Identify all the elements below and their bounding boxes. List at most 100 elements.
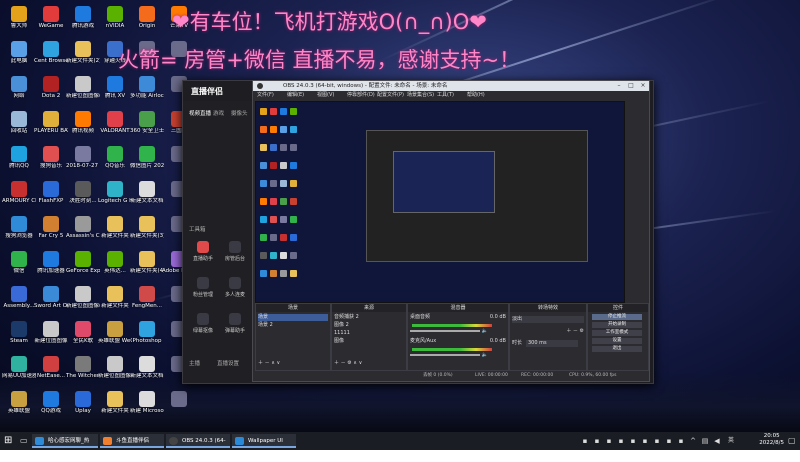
desktop-icon[interactable]: nVIDIA [98, 4, 132, 40]
notification-icon[interactable]: ▢ [788, 436, 798, 446]
desktop-icon[interactable]: 新建 Microsoft ... [130, 389, 164, 425]
desktop-icon[interactable]: 新建文本文档 [130, 354, 164, 390]
desktop-icon[interactable]: Far Cry 5 [34, 214, 68, 250]
desktop-icon[interactable]: Steam [2, 319, 36, 355]
add-icon[interactable]: ＋ [258, 360, 263, 366]
obs-preview-canvas[interactable] [255, 101, 625, 303]
desktop-icon[interactable]: The Witcher 3 Wild Hunt [66, 354, 100, 390]
source-item[interactable]: 11111 [334, 330, 404, 337]
desktop-icon[interactable]: 新建位图图像(4) [66, 284, 100, 320]
desktop-icon[interactable]: FlashFXP [34, 179, 68, 215]
tray-chevron-up-icon[interactable]: ^ [688, 436, 698, 446]
volume-icon[interactable]: ◀ [712, 436, 722, 446]
desktop-icon[interactable]: 新建位图图像 [34, 319, 68, 355]
down-icon[interactable]: ∨ [359, 360, 363, 366]
taskbar-app[interactable]: Wallpaper UI [232, 434, 296, 448]
desktop-icon[interactable]: 搜狗浏览器 [2, 214, 36, 250]
volume-slider[interactable] [410, 329, 480, 332]
source-item[interactable]: 图像 2 [334, 322, 404, 329]
obs-menu-item[interactable]: 视图(V) [317, 91, 334, 100]
desktop-icon[interactable]: 新建文件夹(2) [66, 39, 100, 75]
exit-button[interactable]: 退出 [592, 346, 642, 352]
network-icon[interactable]: ▤ [700, 436, 710, 446]
tab-video-live[interactable]: 视频直播 [189, 109, 211, 117]
down-icon[interactable]: ∨ [276, 360, 280, 366]
obs-menu-item[interactable]: 停靠部件(D) [347, 91, 375, 100]
desktop-icon[interactable]: QQ音乐 [98, 144, 132, 180]
tray-app-icon[interactable]: ▪ [664, 436, 674, 446]
desktop-icon[interactable]: 决胜时刻... [66, 179, 100, 215]
obs-menu-item[interactable]: 工具(T) [437, 91, 454, 100]
desktop-icon[interactable]: Logitech G HUB [98, 179, 132, 215]
taskbar-app[interactable]: 哈心感宏网聊_热门... [32, 434, 98, 458]
scene-item[interactable]: 场景 2 [258, 322, 328, 329]
obs-menu-item[interactable]: 文件(F) [257, 91, 274, 100]
desktop-icon[interactable]: 新建文件夹 [98, 389, 132, 425]
desktop-icon[interactable]: Assassin's Creed O... [66, 214, 100, 250]
stop-stream-button[interactable]: 停止推流 [592, 314, 642, 320]
desktop-icon[interactable]: Sword Art Online Fat... [34, 284, 68, 320]
close-icon[interactable]: × [637, 81, 649, 91]
windows-start-icon[interactable]: ⊞ [4, 435, 15, 446]
tray-app-icon[interactable]: ▪ [652, 436, 662, 446]
desktop-icon[interactable]: 新建位图图像(3) [98, 354, 132, 390]
clock[interactable]: 20:05 2022/8/5 [759, 433, 784, 447]
desktop-icon[interactable]: 新建位图图像(2) [66, 74, 100, 110]
settings-button[interactable]: 设置 [592, 338, 642, 344]
desktop-icon[interactable]: 微信图片 2021122... [130, 144, 164, 180]
desktop-icon[interactable]: 2018-07-27 PreSonus... [66, 144, 100, 180]
add-icon[interactable]: ＋ [334, 360, 339, 366]
desktop-icon[interactable]: 腾讯游戏 [66, 4, 100, 40]
tray-app-icon[interactable]: ▪ [616, 436, 626, 446]
speaker-icon[interactable]: 🔈 [482, 352, 488, 358]
remove-icon[interactable]: － [341, 360, 346, 366]
desktop-icon[interactable]: QQ游戏 [34, 389, 68, 425]
taskbar-app[interactable]: OBS 24.0.3 (64-bi... [166, 434, 230, 458]
desktop-icon[interactable]: 新建文件夹 [98, 214, 132, 250]
speaker-icon[interactable]: 🔈 [482, 328, 488, 334]
desktop-icon[interactable]: 英雄联盟 WeGame版 [98, 319, 132, 355]
desktop-icon[interactable]: 此电脑 [2, 39, 36, 75]
scene-item[interactable]: 场景 [258, 314, 328, 321]
desktop-icon[interactable]: 腾讯 XV [98, 74, 132, 110]
desktop-icon[interactable]: PLAYERU BATTLEGR... [34, 109, 68, 145]
desktop-icon[interactable]: Origin [130, 4, 164, 40]
remove-icon[interactable]: － [265, 360, 270, 366]
minimize-icon[interactable]: – [613, 81, 625, 91]
danmaku-button[interactable]: 弹幕助手 [221, 313, 249, 334]
task-view-icon[interactable]: ▭ [20, 436, 30, 446]
desktop-icon[interactable]: 搜狗音乐 [34, 144, 68, 180]
desktop-icon[interactable]: VALORANT [98, 109, 132, 145]
tray-app-icon[interactable]: ▪ [676, 436, 686, 446]
desktop-icon[interactable]: 360 安全卫士 [130, 109, 164, 145]
multi-link-button[interactable]: 多人连麦 [221, 277, 249, 298]
desktop-icon[interactable] [162, 389, 196, 425]
obs-menu-item[interactable]: 配置文件(P) [377, 91, 404, 100]
desktop-icon[interactable]: NetEase... [34, 354, 68, 390]
desktop-icon[interactable]: 微信 [2, 249, 36, 285]
source-item[interactable]: 音频捕获 2 [334, 314, 404, 321]
live-assistant-button[interactable]: 直播助手 [189, 241, 217, 262]
desktop-icon[interactable]: 腾讯视频 [66, 109, 100, 145]
desktop-icon[interactable]: ARMOURY CRATE [2, 179, 36, 215]
studio-mode-button[interactable]: 工作室模式 [592, 330, 642, 336]
obs-menu-item[interactable]: 场景集合(S) [407, 91, 434, 100]
desktop-icon[interactable]: 新建文件夹(4) [130, 249, 164, 285]
desktop-icon[interactable]: GeForce Experience [66, 249, 100, 285]
obs-menu-item[interactable]: 编辑(E) [287, 91, 304, 100]
tray-app-icon[interactable]: ▪ [580, 436, 590, 446]
desktop-icon[interactable]: 全民K歌 [66, 319, 100, 355]
desktop-icon[interactable]: 新建文本文档 [130, 179, 164, 215]
source-item[interactable]: 图像 [334, 338, 404, 345]
room-admin-button[interactable]: 房管后台 [221, 241, 249, 262]
desktop-icon[interactable]: Dota 2 [34, 74, 68, 110]
desktop-icon[interactable]: Cent Browser [34, 39, 68, 75]
duration-input[interactable]: 300 ms [526, 340, 578, 347]
desktop-icon[interactable]: 腾讯QQ [2, 144, 36, 180]
fan-manage-button[interactable]: 粉丝管理 [189, 277, 217, 298]
desktop-icon[interactable]: 鲁大师 [2, 4, 36, 40]
desktop-icon[interactable]: Photoshop [130, 319, 164, 355]
tray-app-icon[interactable]: ▪ [628, 436, 638, 446]
desktop-icon[interactable]: 英雄联盟 [2, 389, 36, 425]
maximize-icon[interactable]: □ [625, 81, 637, 91]
